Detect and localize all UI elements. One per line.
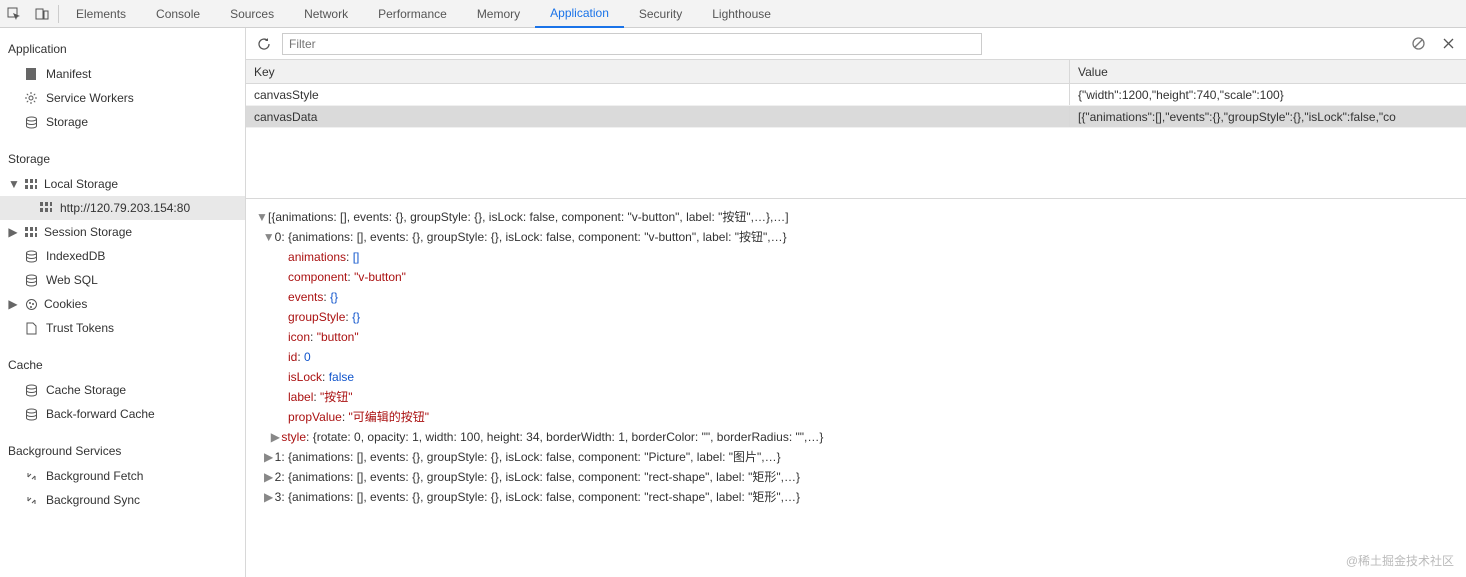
tab-performance[interactable]: Performance <box>363 0 462 28</box>
tab-network[interactable]: Network <box>289 0 363 28</box>
sidebar-item[interactable]: Background Fetch <box>0 464 245 488</box>
col-value[interactable]: Value <box>1070 60 1466 83</box>
device-icon[interactable] <box>28 7 56 21</box>
tab-application[interactable]: Application <box>535 0 624 28</box>
gear-icon <box>24 91 38 105</box>
sidebar-item[interactable]: ▶Cookies <box>0 292 245 316</box>
label: Back-forward Cache <box>46 407 155 421</box>
cell-value: {"width":1200,"height":740,"scale":100} <box>1070 84 1466 105</box>
tab-memory[interactable]: Memory <box>462 0 535 28</box>
refresh-icon[interactable] <box>252 32 276 56</box>
sidebar-item[interactable]: IndexedDB <box>0 244 245 268</box>
viewer-line[interactable]: ▶style: {rotate: 0, opacity: 1, width: 1… <box>256 427 1456 447</box>
viewer-line[interactable]: ▶1: {animations: [], events: {}, groupSt… <box>256 447 1456 467</box>
toolbar <box>246 28 1466 60</box>
sidebar: Application Manifest Service Workers Stora… <box>0 28 246 577</box>
tab-sources[interactable]: Sources <box>215 0 289 28</box>
tab-security[interactable]: Security <box>624 0 697 28</box>
watermark: @稀土掘金技术社区 <box>1346 551 1454 571</box>
viewer-line[interactable]: id: 0 <box>256 347 1456 367</box>
table-row[interactable]: canvasData[{"animations":[],"events":{},… <box>246 106 1466 128</box>
sync-icon <box>24 470 38 483</box>
tab-console[interactable]: Console <box>141 0 215 28</box>
tab-lighthouse[interactable]: Lighthouse <box>697 0 786 28</box>
viewer-line[interactable]: events: {} <box>256 287 1456 307</box>
viewer-line[interactable]: propValue: "可编辑的按钮" <box>256 407 1456 427</box>
tab-elements[interactable]: Elements <box>61 0 141 28</box>
label: Background Sync <box>46 493 140 507</box>
sidebar-item[interactable]: Background Sync <box>0 488 245 512</box>
section-application: Application <box>0 34 245 62</box>
sidebar-item[interactable]: Manifest <box>0 62 245 86</box>
db-icon <box>24 116 38 129</box>
table-header: Key Value <box>246 60 1466 84</box>
sidebar-item[interactable]: Storage <box>0 110 245 134</box>
viewer-line[interactable]: groupStyle: {} <box>256 307 1456 327</box>
label: Manifest <box>46 67 91 81</box>
viewer-line[interactable]: ▼0: {animations: [], events: {}, groupSt… <box>256 227 1456 247</box>
label: Web SQL <box>46 273 98 287</box>
col-key[interactable]: Key <box>246 60 1070 83</box>
db-icon <box>24 384 38 397</box>
sidebar-item[interactable]: Web SQL <box>0 268 245 292</box>
main-panel: Key Value canvasStyle{"width":1200,"heig… <box>246 28 1466 577</box>
close-icon[interactable] <box>1436 32 1460 56</box>
viewer-line[interactable]: isLock: false <box>256 367 1456 387</box>
block-icon[interactable] <box>1406 32 1430 56</box>
cell-value: [{"animations":[],"events":{},"groupStyl… <box>1070 106 1466 127</box>
viewer-line[interactable]: ▶3: {animations: [], events: {}, groupSt… <box>256 487 1456 507</box>
label: Trust Tokens <box>46 321 114 335</box>
sidebar-item[interactable]: Trust Tokens <box>0 316 245 340</box>
viewer-line[interactable]: component: "v-button" <box>256 267 1456 287</box>
session-storage-node[interactable]: ▶Session Storage <box>0 220 245 244</box>
manifest-icon <box>24 67 38 81</box>
label: http://120.79.203.154:80 <box>60 201 190 215</box>
label: Cache Storage <box>46 383 126 397</box>
devtools-tabs: ElementsConsoleSourcesNetworkPerformance… <box>0 0 1466 28</box>
viewer-line[interactable]: icon: "button" <box>256 327 1456 347</box>
filter-input[interactable] <box>282 33 982 55</box>
label: Service Workers <box>46 91 134 105</box>
section-background: Background Services <box>0 436 245 464</box>
cookie-icon <box>24 298 38 311</box>
label: Storage <box>46 115 88 129</box>
cell-key: canvasData <box>246 106 1070 127</box>
db-icon <box>24 408 38 421</box>
sidebar-item[interactable]: Back-forward Cache <box>0 402 245 426</box>
inspect-icon[interactable] <box>0 7 28 21</box>
db-icon <box>24 250 38 263</box>
db-icon <box>24 274 38 287</box>
doc-icon <box>24 322 38 335</box>
label: IndexedDB <box>46 249 105 263</box>
label: Cookies <box>44 297 87 311</box>
sync-icon <box>24 494 38 507</box>
value-viewer[interactable]: ▼[{animations: [], events: {}, groupStyl… <box>246 198 1466 577</box>
local-storage-node[interactable]: ▼Local Storage <box>0 172 245 196</box>
label: Local Storage <box>44 177 118 191</box>
label: Session Storage <box>44 225 132 239</box>
viewer-line[interactable]: label: "按钮" <box>256 387 1456 407</box>
viewer-line[interactable]: animations: [] <box>256 247 1456 267</box>
section-cache: Cache <box>0 350 245 378</box>
viewer-line[interactable]: ▶2: {animations: [], events: {}, groupSt… <box>256 467 1456 487</box>
sidebar-item[interactable]: Service Workers <box>0 86 245 110</box>
local-storage-origin[interactable]: http://120.79.203.154:80 <box>0 196 245 220</box>
label: Background Fetch <box>46 469 143 483</box>
table-row[interactable]: canvasStyle{"width":1200,"height":740,"s… <box>246 84 1466 106</box>
separator <box>58 5 59 23</box>
sidebar-item[interactable]: Cache Storage <box>0 378 245 402</box>
section-storage: Storage <box>0 144 245 172</box>
viewer-line[interactable]: ▼[{animations: [], events: {}, groupStyl… <box>256 207 1456 227</box>
cell-key: canvasStyle <box>246 84 1070 105</box>
